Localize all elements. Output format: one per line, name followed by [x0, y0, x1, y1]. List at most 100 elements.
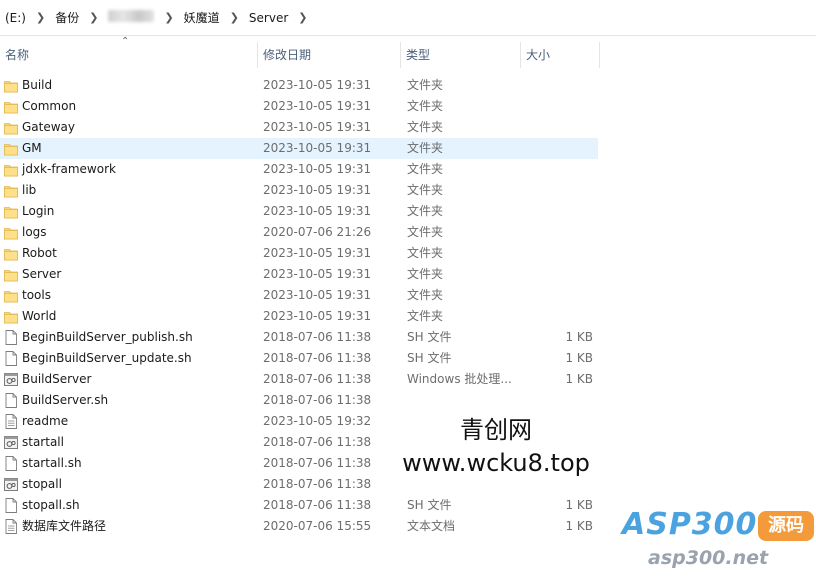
breadcrumb-item-yaomodao[interactable]: 妖魔道 — [181, 9, 223, 26]
file-date: 2018-07-06 11:38 — [263, 456, 372, 470]
file-date: 2018-07-06 11:38 — [263, 330, 372, 344]
file-date: 2023-10-05 19:31 — [263, 309, 372, 323]
file-row[interactable]: jdxk-framework 2023-10-05 19:31 文件夹 — [0, 159, 598, 180]
file-row[interactable]: GM 2023-10-05 19:31 文件夹 — [0, 138, 598, 159]
folder-icon — [4, 246, 18, 261]
file-date: 2018-07-06 11:38 — [263, 477, 372, 491]
column-header-date[interactable]: 修改日期 — [258, 42, 401, 68]
watermark-overlay: 青创网 www.wcku8.top — [390, 403, 602, 483]
chevron-right-icon: ❯ — [89, 11, 99, 24]
logo-tag-text: 源码 — [758, 511, 814, 541]
breadcrumb[interactable]: (E:) ❯ 备份 ❯ ❯ 妖魔道 ❯ Server ❯ — [0, 0, 816, 36]
logo-url-text: asp300.net — [648, 547, 769, 569]
file-row[interactable]: Server 2023-10-05 19:31 文件夹 — [0, 264, 598, 285]
batch-file-icon — [4, 372, 18, 387]
file-row[interactable]: World 2023-10-05 19:31 文件夹 — [0, 306, 598, 327]
file-row[interactable]: Build 2023-10-05 19:31 文件夹 — [0, 75, 598, 96]
file-name: lib — [22, 183, 37, 197]
text-file-icon — [4, 519, 18, 534]
file-row[interactable]: BeginBuildServer_update.sh 2018-07-06 11:… — [0, 348, 598, 369]
file-date: 2023-10-05 19:31 — [263, 246, 372, 260]
file-row[interactable]: stopall.sh 2018-07-06 11:38 SH 文件 1 KB — [0, 495, 598, 516]
file-type: 文件夹 — [407, 141, 444, 155]
file-size — [520, 201, 593, 222]
file-date: 2020-07-06 15:55 — [263, 519, 372, 533]
column-header-type[interactable]: 类型 — [401, 42, 521, 68]
file-size — [520, 117, 593, 138]
file-date: 2018-07-06 11:38 — [263, 393, 372, 407]
file-name: BuildServer — [22, 372, 92, 386]
folder-icon — [4, 183, 18, 198]
file-date: 2018-07-06 11:38 — [263, 498, 372, 512]
column-header-size[interactable]: 大小 — [521, 42, 600, 68]
file-size — [520, 243, 593, 264]
text-file-icon — [4, 414, 18, 429]
file-name: stopall.sh — [22, 498, 80, 512]
file-row[interactable]: tools 2023-10-05 19:31 文件夹 — [0, 285, 598, 306]
file-row[interactable]: BeginBuildServer_publish.sh 2018-07-06 11… — [0, 327, 598, 348]
file-date: 2018-07-06 11:38 — [263, 435, 372, 449]
file-row[interactable]: lib 2023-10-05 19:31 文件夹 — [0, 180, 598, 201]
file-row[interactable]: Login 2023-10-05 19:31 文件夹 — [0, 201, 598, 222]
chevron-right-icon: ❯ — [229, 11, 239, 24]
file-type: SH 文件 — [407, 330, 452, 344]
file-size: 1 KB — [565, 372, 593, 386]
column-header-row: ⌃ 名称 修改日期 类型 大小 — [0, 36, 600, 68]
file-type: 文件夹 — [407, 246, 444, 260]
folder-icon — [4, 267, 18, 282]
file-type: 文本文档 — [407, 519, 456, 533]
folder-icon — [4, 162, 18, 177]
watermark-line1: 青创网 — [460, 416, 532, 444]
file-date: 2023-10-05 19:31 — [263, 267, 372, 281]
file-name: World — [22, 309, 57, 323]
watermark-line2: www.wcku8.top — [402, 449, 590, 477]
file-type: SH 文件 — [407, 498, 452, 512]
batch-file-icon — [4, 435, 18, 450]
file-date: 2020-07-06 21:26 — [263, 225, 372, 239]
file-row[interactable]: BuildServer 2018-07-06 11:38 Windows 批处理..… — [0, 369, 598, 390]
folder-icon — [4, 225, 18, 240]
file-row[interactable]: Robot 2023-10-05 19:31 文件夹 — [0, 243, 598, 264]
breadcrumb-drive[interactable]: (E:) — [2, 11, 29, 25]
file-name: Build — [22, 78, 53, 92]
file-name: jdxk-framework — [22, 162, 116, 176]
file-size — [520, 96, 593, 117]
file-type: 文件夹 — [407, 120, 444, 134]
file-size — [520, 222, 593, 243]
file-type: 文件夹 — [407, 225, 444, 239]
file-row[interactable]: 数据库文件路径 2020-07-06 15:55 文本文档 1 KB — [0, 516, 598, 537]
folder-icon — [4, 309, 18, 324]
file-size — [520, 306, 593, 327]
file-size: 1 KB — [565, 498, 593, 512]
breadcrumb-item-backup[interactable]: 备份 — [52, 9, 82, 26]
file-date: 2023-10-05 19:31 — [263, 99, 372, 113]
file-date: 2023-10-05 19:31 — [263, 204, 372, 218]
chevron-right-icon: ❯ — [298, 11, 308, 24]
file-name: Common — [22, 99, 77, 113]
file-name: startall — [22, 435, 64, 449]
file-size — [520, 264, 593, 285]
file-name: Robot — [22, 246, 57, 260]
file-size: 1 KB — [565, 330, 593, 344]
file-type: 文件夹 — [407, 288, 444, 302]
batch-file-icon — [4, 477, 18, 492]
breadcrumb-item-server[interactable]: Server — [246, 11, 291, 25]
file-name: BeginBuildServer_publish.sh — [22, 330, 193, 344]
file-type: 文件夹 — [407, 267, 444, 281]
folder-icon — [4, 120, 18, 135]
file-name: Gateway — [22, 120, 76, 134]
file-date: 2018-07-06 11:38 — [263, 351, 372, 365]
file-date: 2023-10-05 19:31 — [263, 120, 372, 134]
file-name: tools — [22, 288, 51, 302]
file-icon — [4, 351, 18, 366]
folder-icon — [4, 141, 18, 156]
file-row[interactable]: Common 2023-10-05 19:31 文件夹 — [0, 96, 598, 117]
file-row[interactable]: Gateway 2023-10-05 19:31 文件夹 — [0, 117, 598, 138]
breadcrumb-item-redacted[interactable] — [105, 10, 157, 25]
file-size — [520, 159, 593, 180]
file-icon — [4, 456, 18, 471]
file-name: logs — [22, 225, 47, 239]
column-header-name[interactable]: 名称 — [0, 42, 258, 68]
file-name: Server — [22, 267, 62, 281]
file-row[interactable]: logs 2020-07-06 21:26 文件夹 — [0, 222, 598, 243]
